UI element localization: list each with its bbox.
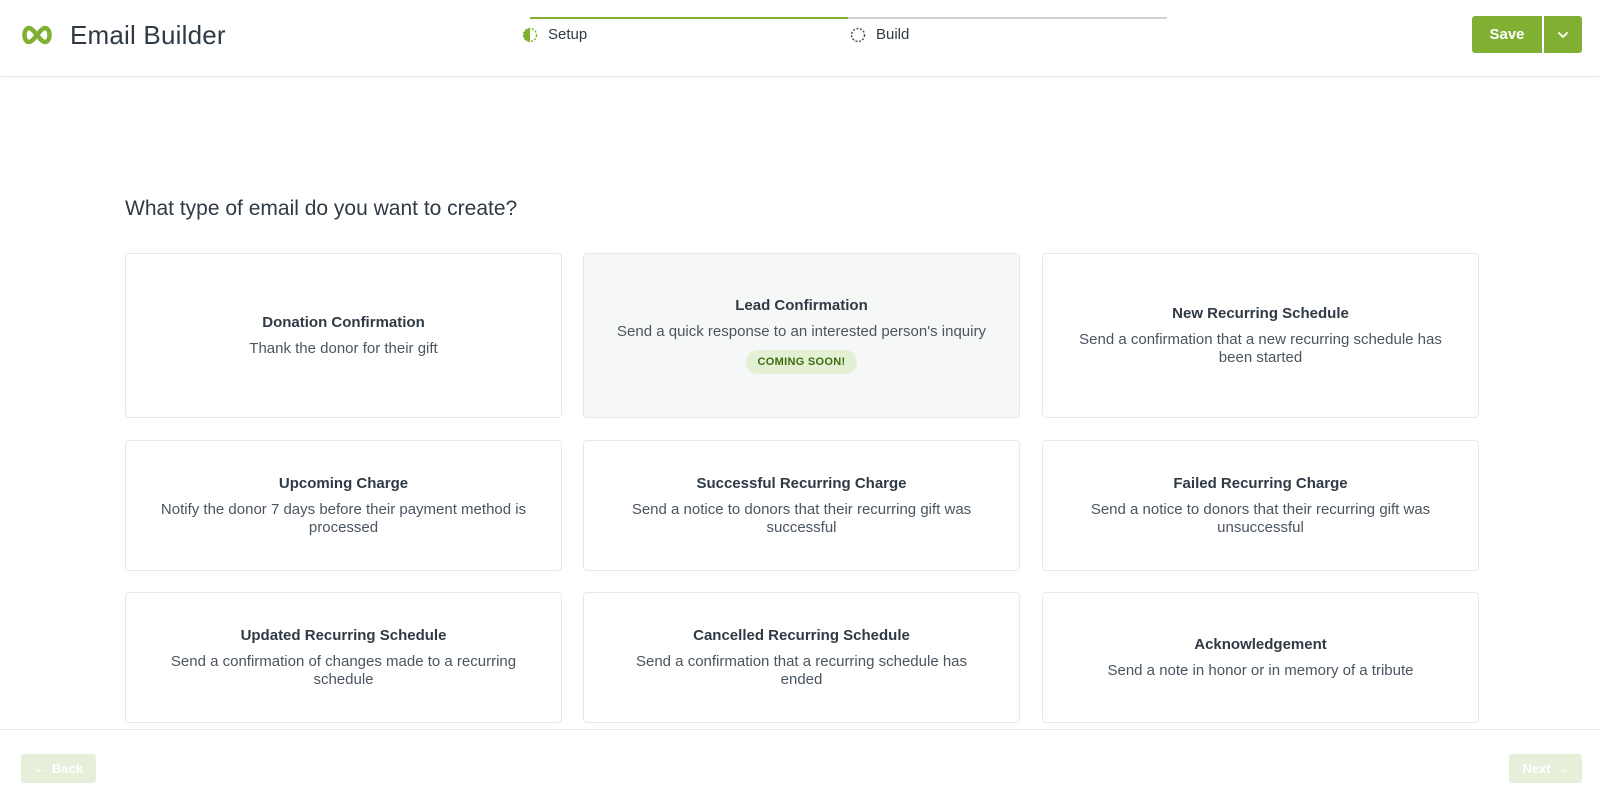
arrow-left-icon: ← [33,761,47,776]
email-type-card-new-recurring-schedule[interactable]: New Recurring Schedule Send a confirmati… [1042,253,1479,418]
card-description: Send a confirmation that a new recurring… [1079,330,1442,366]
save-button[interactable]: Save [1472,16,1542,53]
next-button-label: Next [1522,761,1551,776]
save-options-button[interactable] [1544,16,1582,53]
arrow-right-icon: → [1555,761,1569,776]
step-progress-bar [530,17,848,19]
email-type-card-cancelled-recurring-schedule[interactable]: Cancelled Recurring Schedule Send a conf… [583,592,1020,723]
dashed-circle-icon [850,27,866,42]
card-description: Send a notice to donors that their recur… [631,500,972,536]
next-button[interactable]: Next → [1509,754,1582,783]
card-title: Lead Confirmation [735,297,868,314]
back-button-label: Back [51,761,84,776]
step-setup[interactable]: Setup [522,26,587,43]
email-type-card-updated-recurring-schedule[interactable]: Updated Recurring Schedule Send a confir… [125,592,562,723]
card-title: Donation Confirmation [262,313,425,331]
card-description: Send a confirmation of changes made to a… [170,652,517,688]
card-title: Acknowledgement [1194,635,1327,653]
email-type-card-successful-recurring-charge[interactable]: Successful Recurring Charge Send a notic… [583,440,1020,571]
app-title: Email Builder [70,20,226,50]
email-type-card-acknowledgement[interactable]: Acknowledgement Send a note in honor or … [1042,592,1479,723]
card-title: Upcoming Charge [278,474,409,492]
email-type-card-lead-confirmation: Lead Confirmation Send a quick response … [583,253,1020,418]
step-build[interactable]: Build [850,26,909,43]
card-title: Cancelled Recurring Schedule [693,626,910,644]
wizard-footer: ← Back Next → [0,729,1600,797]
chevron-down-icon [1558,31,1568,38]
card-description: Notify the donor 7 days before their pay… [160,500,527,536]
coming-soon-badge: COMING SOON! [745,350,858,374]
back-button[interactable]: ← Back [21,754,96,783]
email-type-card-upcoming-charge[interactable]: Upcoming Charge Notify the donor 7 days … [125,440,562,571]
card-title: Updated Recurring Schedule [240,626,447,644]
infinity-logo-icon [22,25,52,45]
email-type-card-donation-confirmation[interactable]: Donation Confirmation Thank the donor fo… [125,253,562,418]
card-description: Send a confirmation that a recurring sch… [635,652,968,688]
save-button-group: Save [1472,16,1582,53]
app-header: Email Builder Setup Build Save [0,0,1600,77]
card-description: Thank the donor for their gift [249,339,438,357]
card-title: Successful Recurring Charge [696,474,907,492]
card-title: New Recurring Schedule [1172,304,1349,322]
progress-stepper: Setup Build [522,17,1167,57]
card-title: Failed Recurring Charge [1173,474,1348,492]
card-description: Send a quick response to an interested p… [617,323,986,340]
card-description: Send a note in honor or in memory of a t… [1107,661,1414,679]
step-label: Build [876,26,910,43]
step-label: Setup [548,26,588,43]
half-circle-icon [522,27,538,42]
card-description: Send a notice to donors that their recur… [1090,500,1431,536]
page-question: What type of email do you want to create… [125,197,518,220]
email-type-card-failed-recurring-charge[interactable]: Failed Recurring Charge Send a notice to… [1042,440,1479,571]
